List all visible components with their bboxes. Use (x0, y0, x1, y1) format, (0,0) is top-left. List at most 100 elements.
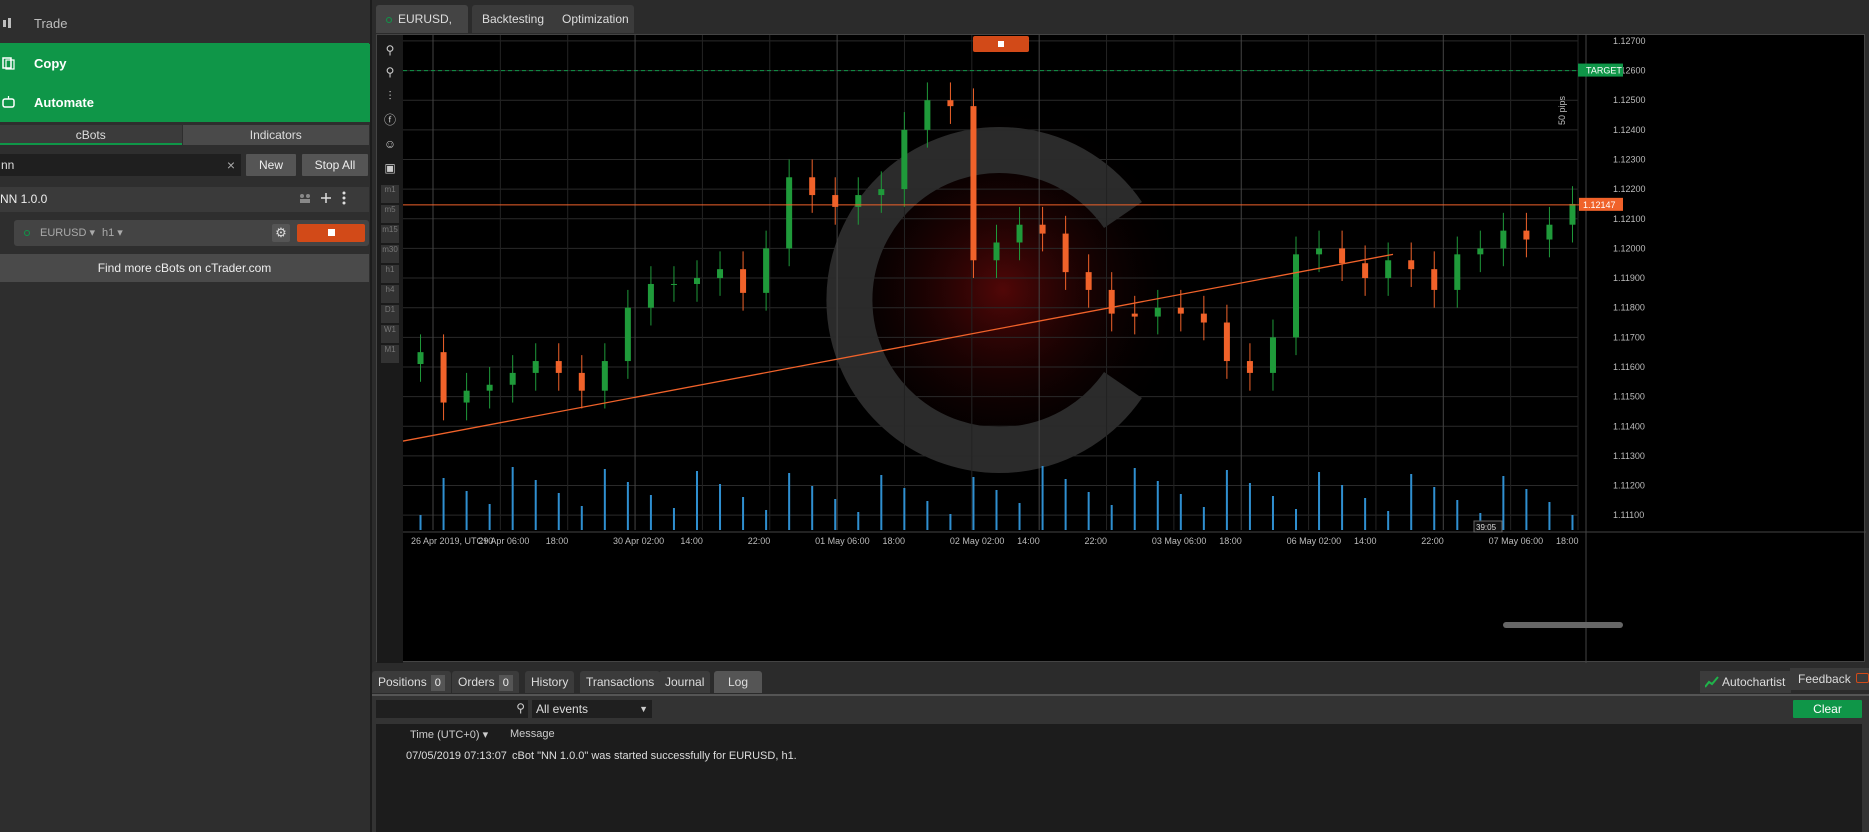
bottom-tabs: Positions 0 Orders 0 History Transactions … (372, 668, 1869, 694)
timeframe-button-m1[interactable]: m1 (381, 185, 399, 203)
y-tick-label: 1.12700 (1613, 36, 1646, 46)
x-tick-label: 03 May 06:00 (1152, 536, 1207, 546)
log-table: Time (UTC+0) ▾ Message 07/05/2019 07:13:… (376, 724, 1862, 832)
chart-frame: ⚲ ⚲ ⫶ ⓕ ☺ ▣ m1 m5 m15 m30 h1 h4 D1 W1 M1 1.11100… (376, 34, 1866, 663)
tab-journal[interactable]: Journal (659, 671, 711, 693)
volume-bar (1433, 487, 1436, 530)
candle-body (1131, 313, 1138, 317)
timeframe-button-m5[interactable]: m5 (381, 205, 399, 223)
timeframe-button-h1[interactable]: h1 (381, 265, 399, 283)
zoom-out-icon[interactable]: ⚲ (381, 63, 399, 81)
volume-bar (1018, 503, 1021, 530)
nav-copy[interactable]: Copy (0, 44, 370, 83)
trader-icon[interactable]: ☺ (381, 135, 399, 153)
x-tick-label: 14:00 (1354, 536, 1377, 546)
target-label: TARGET (1586, 66, 1622, 76)
more-vertical-icon[interactable] (341, 191, 347, 205)
stop-all-button[interactable]: Stop All (302, 154, 368, 176)
chart-settings-icon[interactable]: ▣ (381, 159, 399, 177)
tab-transactions[interactable]: Transactions (580, 671, 661, 693)
tab-cbots[interactable]: cBots (0, 125, 182, 145)
candle-body (1477, 248, 1484, 255)
tab-orders[interactable]: Orders 0 (452, 671, 519, 693)
x-tick-label: 18:00 (546, 536, 569, 546)
candle-body (1500, 230, 1507, 249)
tab-positions[interactable]: Positions 0 (372, 671, 451, 693)
log-panel: ⚲ All events ▼ Clear Time (UTC+0) ▾ Messa… (372, 694, 1869, 832)
timeframe-button-h4[interactable]: h4 (381, 285, 399, 303)
tab-chart[interactable]: EURUSD, h1 (376, 5, 468, 54)
gear-icon[interactable]: ⚙ (272, 224, 290, 242)
volume-bar (649, 495, 652, 530)
volume-bar (1110, 505, 1113, 530)
candle-body (1523, 230, 1530, 240)
volume-bar (1548, 502, 1551, 530)
tab-history[interactable]: History (525, 671, 575, 693)
robot-icon (2, 96, 15, 108)
candlestick-chart[interactable]: 1.11100 1.11200 1.11300 1.11400 1.11500 1.116… (403, 35, 1866, 663)
volume-bar (1318, 472, 1321, 530)
chart-scrollbar[interactable] (1503, 622, 1623, 628)
log-search-input[interactable]: ⚲ (376, 700, 528, 718)
volume-bar (557, 493, 560, 530)
timeframe-button-m15[interactable]: m15 (381, 225, 399, 243)
volume-bar (1387, 511, 1390, 530)
social-icon[interactable]: ⓕ (381, 111, 399, 129)
zoom-in-icon[interactable]: ⚲ (381, 41, 399, 59)
y-tick-label: 1.11400 (1613, 421, 1645, 431)
time-column-header[interactable]: Time (UTC+0) ▾ (410, 728, 488, 741)
timeframe-button-D1[interactable]: D1 (381, 305, 399, 323)
chart-type-icon[interactable]: ⫶ (381, 87, 399, 105)
timeframe-button-M1[interactable]: M1 (381, 345, 399, 363)
chart-area: EURUSD, h1 Backtesting Optimization ⚲ ⚲ … (372, 0, 1869, 832)
volume-bar (419, 515, 422, 530)
instance-symbol-select[interactable]: EURUSD ▾ (40, 220, 95, 246)
candle-body (1269, 337, 1276, 373)
find-more-cbots-link[interactable]: Find more cBots on cTrader.com (0, 254, 369, 282)
y-tick-label: 1.11300 (1613, 451, 1645, 461)
volume-bar (626, 482, 629, 530)
message-column-header: Message (510, 728, 555, 740)
candle-body (463, 390, 470, 403)
volume-bar (1064, 479, 1067, 530)
cbot-row[interactable]: NN 1.0.0 (0, 187, 369, 212)
new-cbot-button[interactable]: New (246, 154, 296, 176)
clear-log-button[interactable]: Clear (1793, 700, 1862, 718)
autochartist-button[interactable]: Autochartist (1700, 671, 1792, 693)
x-tick-label: 07 May 06:00 (1489, 536, 1544, 546)
tab-backtesting[interactable]: Backtesting (472, 5, 564, 33)
instance-timeframe-select[interactable]: h1 ▾ (102, 220, 123, 246)
events-filter-select[interactable]: All events ▼ (532, 700, 652, 718)
candle-body (417, 352, 424, 365)
nav-trade[interactable]: Trade (0, 4, 370, 43)
timeframe-button-W1[interactable]: W1 (381, 325, 399, 343)
y-tick-label: 1.12300 (1613, 154, 1646, 164)
volume-bar (672, 508, 675, 530)
nav-copy-label: Copy (34, 56, 67, 71)
candle-body (1569, 203, 1576, 225)
candle-body (901, 129, 908, 190)
volume-bar (1525, 489, 1528, 530)
volume-bar (788, 473, 791, 530)
cbot-search-input[interactable]: nn (0, 154, 241, 176)
instance-symbol: EURUSD (40, 227, 87, 239)
clear-search-icon[interactable]: × (224, 154, 238, 176)
log-row[interactable]: 07/05/2019 07:13:07 cBot "NN 1.0.0" was … (376, 750, 1862, 766)
people-icon[interactable] (299, 191, 311, 205)
cbot-instance-row[interactable]: EURUSD ▾ h1 ▾ ⚙ (14, 220, 369, 246)
add-instance-icon[interactable] (320, 191, 332, 205)
nav-automate[interactable]: Automate (0, 83, 370, 122)
feedback-button[interactable]: Feedback (1790, 668, 1869, 690)
volume-bar (1087, 492, 1090, 530)
timeframe-button-m30[interactable]: m30 (381, 245, 399, 263)
volume-bar (580, 506, 583, 530)
volume-bar (926, 501, 929, 530)
stop-instance-button[interactable] (297, 224, 365, 242)
candle-body (970, 106, 977, 261)
candle-body (1154, 307, 1161, 317)
tab-optimization[interactable]: Optimization (552, 5, 634, 33)
tab-indicators[interactable]: Indicators (182, 125, 369, 145)
chart-toolbar: ⚲ ⚲ ⫶ ⓕ ☺ ▣ m1 m5 m15 m30 h1 h4 D1 W1 M1 (377, 35, 403, 663)
tab-log[interactable]: Log (714, 671, 763, 693)
candle-body (1200, 313, 1207, 323)
